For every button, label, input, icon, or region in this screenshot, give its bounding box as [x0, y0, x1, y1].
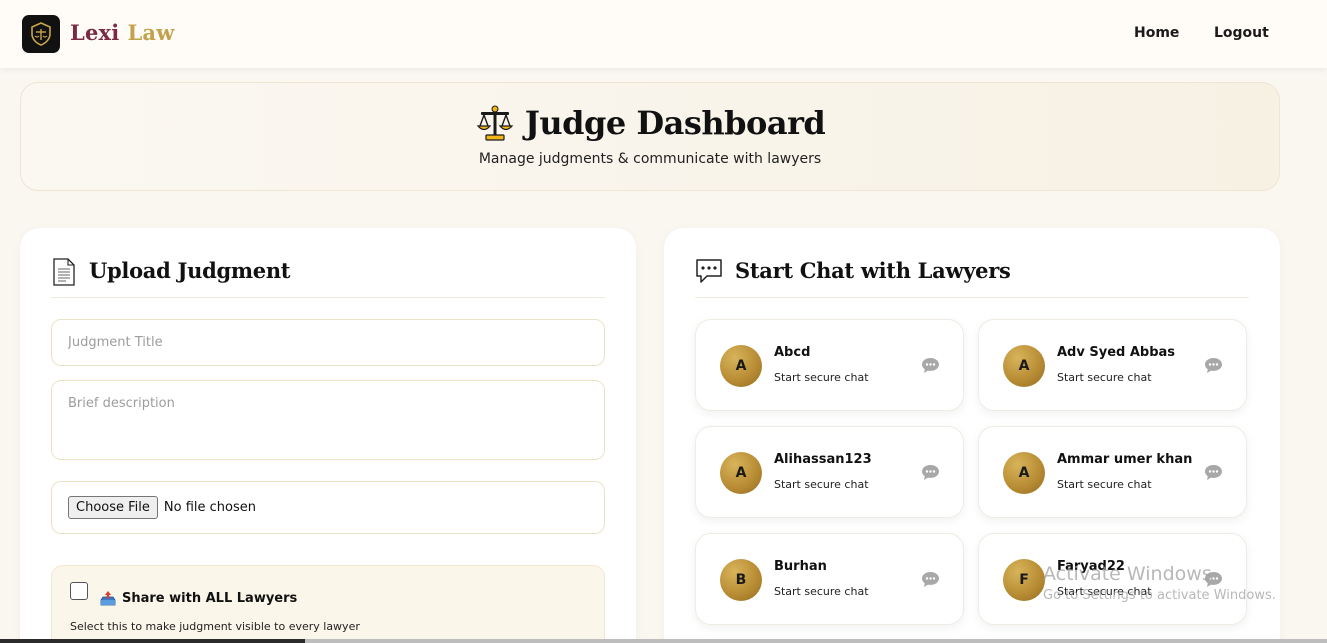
lawyer-chat-hint: Start secure chat — [1057, 478, 1152, 491]
logo-icon[interactable] — [22, 15, 60, 53]
outbox-tray-icon — [100, 591, 116, 606]
lawyer-card-burhan[interactable]: B Burhan Start secure chat — [695, 533, 964, 625]
dashboard-hero: Judge Dashboard Manage judgments & commu… — [20, 82, 1280, 191]
lawyer-name: Abcd — [774, 345, 811, 360]
brand-name[interactable]: Lexi Law — [70, 20, 175, 45]
chat-bubble-icon[interactable] — [1204, 464, 1223, 481]
avatar: A — [1003, 452, 1045, 494]
scales-of-justice-icon — [476, 105, 513, 141]
hero-title-row: Judge Dashboard — [21, 103, 1279, 143]
lawyer-name: Alihassan123 — [774, 452, 872, 467]
nav-logout-link[interactable]: Logout — [1214, 25, 1269, 41]
lawyer-name: Faryad22 — [1057, 559, 1125, 574]
avatar: A — [1003, 345, 1045, 387]
brand-part-1: Lexi — [70, 20, 120, 45]
chat-card-title: Start Chat with Lawyers — [735, 258, 1011, 283]
page-subtitle: Manage judgments & communicate with lawy… — [478, 151, 822, 167]
lawyer-chat-hint: Start secure chat — [1057, 371, 1152, 384]
file-status-text: No file chosen — [163, 500, 256, 515]
chat-lawyers-card: Start Chat with Lawyers A Abcd Start sec… — [664, 228, 1280, 643]
page-title: Judge Dashboard — [524, 104, 826, 142]
speech-bubble-icon — [696, 259, 722, 283]
file-upload-field: Choose File No file chosen — [51, 481, 605, 534]
chat-bubble-icon[interactable] — [1204, 357, 1223, 374]
choose-file-button[interactable]: Choose File — [68, 496, 158, 519]
lawyer-chat-hint: Start secure chat — [774, 585, 869, 598]
lawyer-chat-hint: Start secure chat — [774, 478, 869, 491]
share-all-hint: Select this to make judgment visible to … — [70, 620, 360, 633]
horizontal-scrollbar[interactable] — [0, 639, 1327, 643]
chat-card-header: Start Chat with Lawyers — [695, 258, 1249, 298]
chat-bubble-icon[interactable] — [1204, 571, 1223, 588]
share-all-box: Share with ALL Lawyers Select this to ma… — [51, 565, 605, 643]
nav-home-link[interactable]: Home — [1134, 25, 1179, 41]
avatar: B — [720, 559, 762, 601]
brand-part-2: Law — [127, 20, 175, 45]
lawyer-name: Ammar umer khan — [1057, 452, 1193, 467]
share-all-checkbox[interactable] — [70, 582, 88, 600]
lawyer-chat-hint: Start secure chat — [1057, 585, 1152, 598]
upload-card-title: Upload Judgment — [89, 258, 291, 283]
lawyer-card-adv-syed-abbas[interactable]: A Adv Syed Abbas Start secure chat — [978, 319, 1247, 411]
chat-bubble-icon[interactable] — [921, 464, 940, 481]
lawyer-name: Burhan — [774, 559, 827, 574]
share-all-label: Share with ALL Lawyers — [122, 590, 298, 606]
lawyer-card-alihassan123[interactable]: A Alihassan123 Start secure chat — [695, 426, 964, 518]
judgment-title-input[interactable] — [51, 319, 605, 366]
lawyer-card-abcd[interactable]: A Abcd Start secure chat — [695, 319, 964, 411]
lawyer-chat-hint: Start secure chat — [774, 371, 869, 384]
chat-bubble-icon[interactable] — [921, 571, 940, 588]
scrollbar-thumb[interactable] — [305, 639, 1327, 643]
document-icon — [53, 258, 75, 286]
top-navbar: Lexi Law Home Logout — [0, 0, 1327, 68]
avatar: F — [1003, 559, 1045, 601]
chat-bubble-icon[interactable] — [921, 357, 940, 374]
lawyer-card-ammar-umer-khan[interactable]: A Ammar umer khan Start secure chat — [978, 426, 1247, 518]
brief-description-textarea[interactable] — [51, 380, 605, 460]
upload-card-header: Upload Judgment — [51, 258, 605, 298]
share-all-label-row[interactable]: Share with ALL Lawyers — [100, 590, 297, 606]
lawyer-name: Adv Syed Abbas — [1057, 345, 1176, 360]
lawyer-card-faryad22[interactable]: F Faryad22 Start secure chat — [978, 533, 1247, 625]
upload-judgment-card: Upload Judgment Choose File No file chos… — [20, 228, 636, 643]
avatar: A — [720, 345, 762, 387]
avatar: A — [720, 452, 762, 494]
